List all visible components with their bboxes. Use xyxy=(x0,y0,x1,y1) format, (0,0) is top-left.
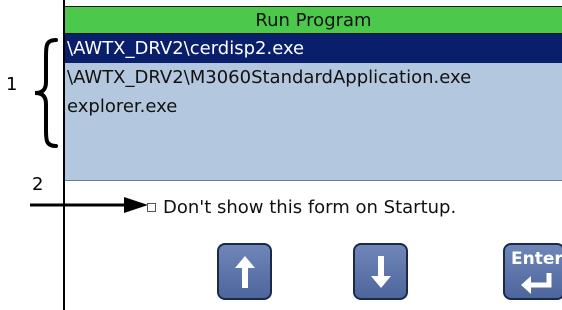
window-title-bar: Run Program xyxy=(65,6,562,34)
program-list-item[interactable]: \AWTX_DRV2\cerdisp2.exe xyxy=(65,34,562,63)
window-title: Run Program xyxy=(255,9,372,31)
program-list-item[interactable]: explorer.exe xyxy=(65,92,562,121)
enter-icon xyxy=(521,273,552,294)
startup-checkbox[interactable] xyxy=(147,202,156,212)
move-up-button[interactable] xyxy=(217,243,272,300)
startup-checkbox-label: Don't show this form on Startup. xyxy=(163,196,457,218)
enter-button-label: Enter xyxy=(511,249,562,269)
bracket-icon xyxy=(34,38,58,148)
move-down-button[interactable] xyxy=(353,243,408,300)
callout-number-checkbox: 2 xyxy=(32,174,44,195)
arrow-up-icon xyxy=(234,255,255,288)
callout-arrow-icon xyxy=(30,197,148,213)
arrow-down-icon xyxy=(370,255,391,288)
startup-option-row: Don't show this form on Startup. xyxy=(147,194,456,220)
enter-button[interactable]: Enter xyxy=(503,243,562,300)
callout-number-list: 1 xyxy=(6,74,18,95)
program-list-item[interactable]: \AWTX_DRV2\M3060StandardApplication.exe xyxy=(65,63,562,92)
program-list[interactable]: \AWTX_DRV2\cerdisp2.exe \AWTX_DRV2\M3060… xyxy=(65,34,562,181)
